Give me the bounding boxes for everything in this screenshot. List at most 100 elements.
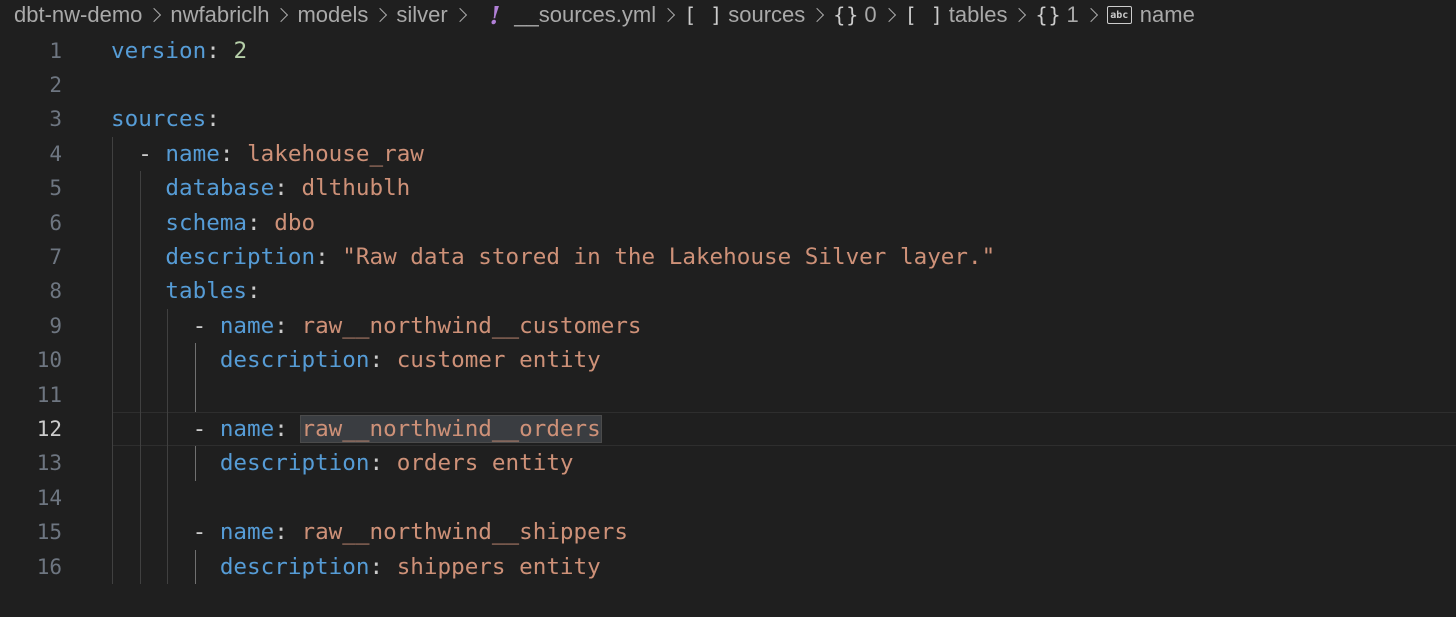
code-text: description: shippers entity	[111, 550, 601, 584]
line-number: 2	[49, 72, 62, 97]
indent-guide	[195, 446, 197, 481]
code-text: description: "Raw data stored in the Lak…	[111, 240, 995, 274]
code-token: "Raw data stored in the Lakehouse Silver…	[342, 243, 996, 270]
code-token: :	[274, 312, 302, 339]
code-token: orders entity	[396, 450, 574, 477]
line-number: 5	[49, 176, 62, 201]
array-icon: [ ]	[684, 3, 724, 27]
code-line[interactable]: 7 description: "Raw data stored in the L…	[0, 240, 1456, 274]
line-number: 10	[36, 348, 62, 373]
breadcrumb-item[interactable]: models	[297, 2, 368, 28]
indent-guide	[112, 136, 113, 584]
object-icon: {}	[1035, 3, 1062, 27]
code-line[interactable]: 13 description: orders entity	[0, 446, 1456, 480]
code-line[interactable]: 14	[0, 481, 1456, 515]
chevron-right-icon	[1012, 7, 1027, 23]
breadcrumb-label: tables	[948, 2, 1008, 27]
code-text: sources:	[111, 102, 220, 136]
code-line[interactable]: 12 - name: raw__northwind__orders	[0, 412, 1456, 446]
indent-guide	[139, 171, 141, 584]
chevron-right-icon	[274, 7, 289, 23]
code-editor[interactable]: 1 version: 2 2 3 sources: 4 - name: lakehouse…	[0, 32, 1456, 617]
code-line[interactable]: 10 description: customer entity	[0, 343, 1456, 377]
yaml-file-icon: !	[489, 0, 501, 30]
code-line[interactable]: 15 - name: raw__northwind__shippers	[0, 515, 1456, 549]
code-line[interactable]: 5 database: dlthublh	[0, 171, 1456, 205]
code-token: customer entity	[396, 347, 601, 374]
code-text: - name: raw__northwind__orders	[111, 412, 602, 446]
indent-guide	[195, 343, 197, 412]
breadcrumb-label: 1	[1066, 2, 1079, 27]
breadcrumb-label: sources	[728, 2, 806, 27]
chevron-right-icon	[1083, 7, 1098, 23]
code-token: -	[111, 140, 166, 167]
breadcrumb-label: 0	[864, 2, 877, 27]
breadcrumb-item[interactable]: dbt-nw-demo	[14, 2, 142, 28]
code-token: :	[274, 519, 302, 546]
breadcrumb-item[interactable]: ! __sources.yml	[476, 1, 656, 30]
code-token: description	[219, 450, 370, 477]
chevron-right-icon	[881, 7, 896, 23]
breadcrumb-item[interactable]: {} 1	[1035, 2, 1078, 28]
breadcrumb-item[interactable]: {} 0	[833, 2, 876, 28]
chevron-right-icon	[147, 7, 162, 23]
line-number: 6	[49, 210, 62, 235]
string-icon: abc	[1106, 6, 1132, 24]
breadcrumb-item[interactable]: [ ] sources	[684, 2, 805, 28]
code-token: sources	[111, 106, 207, 133]
code-token: -	[111, 519, 220, 546]
breadcrumb-item[interactable]: abc name	[1106, 2, 1195, 28]
code-token: schema	[165, 209, 248, 236]
code-line[interactable]: 2	[0, 68, 1456, 102]
code-line[interactable]: 8 tables:	[0, 274, 1456, 308]
code-token: name	[219, 415, 275, 442]
breadcrumb-item[interactable]: nwfabriclh	[170, 2, 269, 28]
code-line[interactable]: 11	[0, 378, 1456, 412]
breadcrumb-label: models	[297, 2, 369, 27]
code-token: tables	[165, 278, 248, 305]
code-token: dbo	[274, 209, 316, 236]
line-number: 14	[36, 485, 62, 510]
code-text: - name: lakehouse_raw	[111, 137, 424, 171]
code-line[interactable]: 16 description: shippers entity	[0, 550, 1456, 584]
line-number: 16	[36, 554, 62, 579]
code-token: :	[369, 450, 397, 477]
code-token: :	[247, 278, 261, 305]
code-token: dlthublh	[301, 175, 411, 202]
code-text: - name: raw__northwind__customers	[111, 309, 642, 343]
line-number: 3	[49, 107, 62, 132]
line-number: 9	[49, 313, 62, 338]
line-number: 15	[36, 520, 62, 545]
line-number: 4	[49, 141, 62, 166]
code-line[interactable]: 1 version: 2	[0, 34, 1456, 68]
code-token: :	[206, 37, 234, 64]
code-token: 2	[233, 37, 248, 64]
line-number: 7	[49, 244, 62, 269]
code-token: description	[165, 243, 316, 270]
code-token: :	[206, 106, 220, 133]
chevron-right-icon	[661, 7, 676, 23]
code-token: name	[219, 519, 275, 546]
breadcrumb-label: name	[1139, 2, 1195, 27]
code-token: :	[369, 553, 397, 580]
breadcrumb-label: __sources.yml	[514, 2, 657, 27]
breadcrumb-item[interactable]: silver	[396, 2, 447, 28]
code-token: description	[219, 553, 370, 580]
code-line[interactable]: 6 schema: dbo	[0, 206, 1456, 240]
code-line[interactable]: 9 - name: raw__northwind__customers	[0, 309, 1456, 343]
code-line[interactable]: 3 sources:	[0, 102, 1456, 136]
code-text: description: orders entity	[111, 446, 574, 480]
code-token: name	[165, 140, 220, 167]
code-token: raw__northwind__shippers	[301, 519, 628, 546]
line-number: 11	[36, 382, 62, 407]
breadcrumb-item[interactable]: [ ] tables	[905, 2, 1008, 28]
line-number: 12	[36, 416, 62, 441]
chevron-right-icon	[452, 7, 467, 23]
code-line[interactable]: 4 - name: lakehouse_raw	[0, 137, 1456, 171]
indent-guide	[195, 549, 197, 584]
